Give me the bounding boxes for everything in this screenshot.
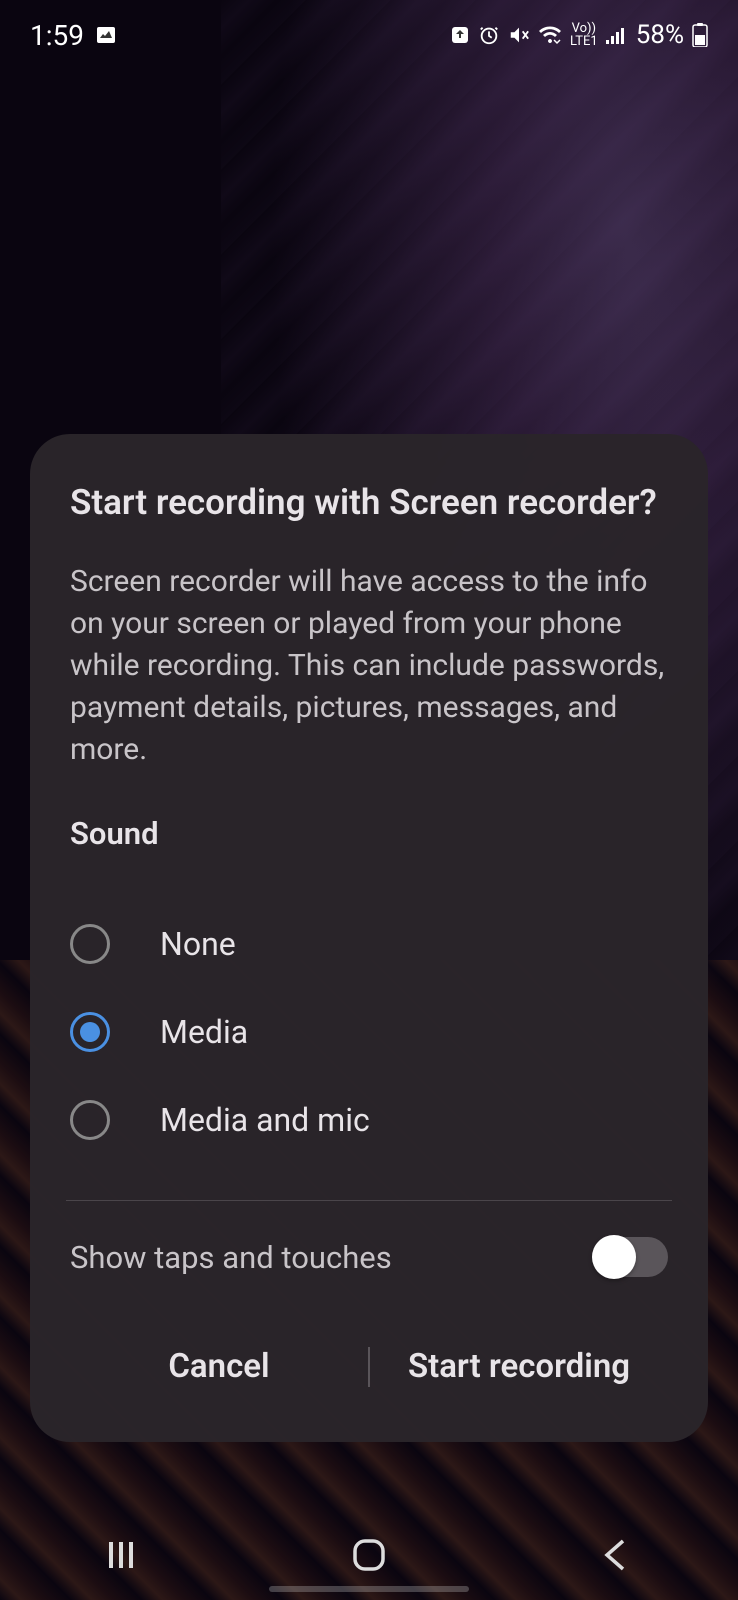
home-button[interactable]	[309, 1530, 429, 1580]
toggle-knob	[592, 1235, 636, 1279]
radio-circle-icon	[70, 1100, 110, 1140]
radio-option-none[interactable]: None	[70, 900, 668, 988]
wifi-icon	[538, 25, 562, 45]
cancel-button[interactable]: Cancel	[70, 1331, 368, 1402]
toggle-label: Show taps and touches	[70, 1239, 392, 1276]
gesture-indicator	[269, 1586, 469, 1592]
picture-icon	[94, 23, 118, 47]
status-right: Vo)) LTE1 58%	[450, 20, 708, 50]
toggle-switch[interactable]	[592, 1237, 668, 1277]
status-bar: 1:59	[0, 0, 738, 70]
radio-label: None	[160, 925, 236, 963]
start-recording-button[interactable]: Start recording	[370, 1331, 668, 1402]
radio-inner-dot	[80, 1022, 100, 1042]
status-time: 1:59	[30, 19, 84, 52]
dialog-body: Screen recorder will have access to the …	[70, 561, 668, 771]
screen-recorder-dialog: Start recording with Screen recorder? Sc…	[30, 434, 708, 1442]
dialog-title: Start recording with Screen recorder?	[70, 482, 668, 523]
mute-icon	[508, 24, 530, 46]
radio-option-media-mic[interactable]: Media and mic	[70, 1076, 668, 1164]
radio-circle-icon	[70, 924, 110, 964]
radio-label: Media	[160, 1013, 248, 1051]
status-left: 1:59	[30, 19, 118, 52]
upload-icon	[450, 25, 470, 45]
dialog-button-row: Cancel Start recording	[70, 1319, 668, 1402]
navigation-bar	[0, 1510, 738, 1600]
lte-indicator: Vo)) LTE1	[570, 22, 598, 48]
recents-button[interactable]	[63, 1530, 183, 1580]
alarm-icon	[478, 24, 500, 46]
radio-label: Media and mic	[160, 1101, 370, 1139]
signal-icon	[606, 26, 628, 44]
battery-icon	[692, 23, 708, 47]
radio-circle-selected-icon	[70, 1012, 110, 1052]
show-taps-toggle-row[interactable]: Show taps and touches	[70, 1201, 668, 1319]
back-button[interactable]	[555, 1530, 675, 1580]
radio-option-media[interactable]: Media	[70, 988, 668, 1076]
sound-radio-group: None Media Media and mic	[70, 900, 668, 1164]
sound-section-title: Sound	[70, 815, 668, 852]
battery-percent: 58%	[636, 20, 684, 50]
